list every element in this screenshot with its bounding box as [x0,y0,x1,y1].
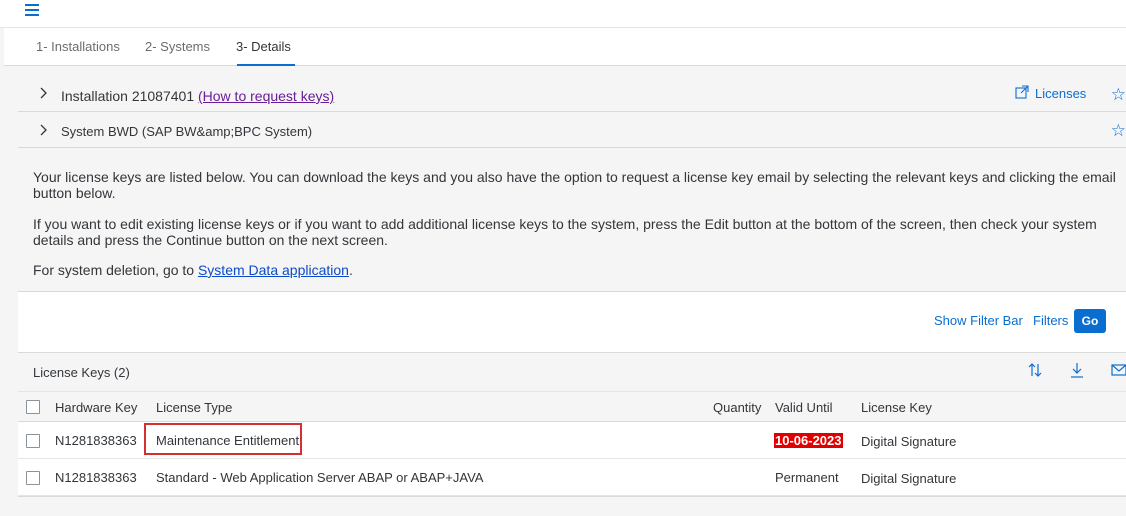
license-key-cell: Digital Signature [861,434,957,449]
external-link-icon [1015,85,1029,102]
deletion-suffix: . [348,262,353,278]
hardware-key-cell: N1281838363 [55,433,137,448]
download-icon[interactable] [1069,362,1085,383]
go-button[interactable]: Go [1074,309,1106,333]
column-header-quantity[interactable]: Quantity [713,400,761,415]
table-title: License Keys (2) [33,365,130,380]
column-header-valid-until[interactable]: Valid Until [775,400,833,415]
row-checkbox[interactable] [26,471,40,485]
table-row[interactable]: N1281838363 Standard - Web Application S… [18,459,1126,496]
column-header-hardware-key[interactable]: Hardware Key [55,400,137,415]
tab-installations[interactable]: 1- Installations [36,39,120,54]
column-header-license-type[interactable]: License Type [156,400,232,415]
column-header-license-key[interactable]: License Key [861,400,932,415]
table-footer [18,496,1126,516]
hardware-key-cell: N1281838363 [55,470,137,485]
installation-title: Installation 21087401 (How to request ke… [61,88,334,104]
star-icon[interactable]: ☆ [1111,85,1126,105]
table-toolbar: License Keys (2) [18,353,1126,391]
system-label: System BWD (SAP BW&amp;BPC System) [61,124,313,139]
info-paragraph-deletion: For system deletion, go to System Data a… [33,262,1126,278]
row-checkbox[interactable] [26,434,40,448]
table-row[interactable]: N1281838363 Maintenance Entitlement 10-0… [18,422,1126,459]
filter-bar: Show Filter Bar Filters Go [18,291,1126,353]
license-type-cell: Maintenance Entitlement [156,433,300,448]
email-icon[interactable] [1111,362,1126,383]
hamburger-icon[interactable] [25,4,39,16]
system-data-application-link[interactable]: System Data application [198,262,349,278]
show-filter-bar-button[interactable]: Show Filter Bar [934,313,1023,328]
chevron-right-icon[interactable] [38,87,48,102]
licenses-link-label: Licenses [1035,86,1087,101]
tab-systems[interactable]: 2- Systems [145,39,210,54]
valid-until-cell: Permanent [775,470,839,485]
system-panel-header[interactable]: System BWD (SAP BW&amp;BPC System) ☆ [18,113,1126,148]
chevron-right-icon[interactable] [38,124,48,139]
how-to-request-keys-link[interactable]: (How to request keys) [198,88,334,104]
shell-bar [0,0,1126,28]
info-paragraph-edit: If you want to edit existing license key… [33,216,1097,248]
deletion-text: For system deletion, go to [33,262,198,278]
license-key-cell: Digital Signature [861,471,957,486]
license-type-cell: Standard - Web Application Server ABAP o… [156,470,484,485]
installation-panel-header[interactable]: Installation 21087401 (How to request ke… [18,78,1126,112]
star-icon[interactable]: ☆ [1111,121,1126,141]
licenses-link[interactable]: Licenses [1015,85,1086,102]
installation-label: Installation 21087401 [61,88,195,104]
sort-icon[interactable] [1027,362,1043,383]
tab-bar: 1- Installations 2- Systems 3- Details [4,28,1126,66]
table-header-row: Hardware Key License Type Quantity Valid… [18,391,1126,422]
tab-details[interactable]: 3- Details [236,39,291,54]
select-all-checkbox[interactable] [26,400,40,414]
active-tab-indicator [237,64,295,66]
info-paragraph-download: Your license keys are listed below. You … [33,169,1116,201]
filters-button[interactable]: Filters [1033,313,1068,328]
valid-until-cell: 10-06-2023 [774,433,843,448]
